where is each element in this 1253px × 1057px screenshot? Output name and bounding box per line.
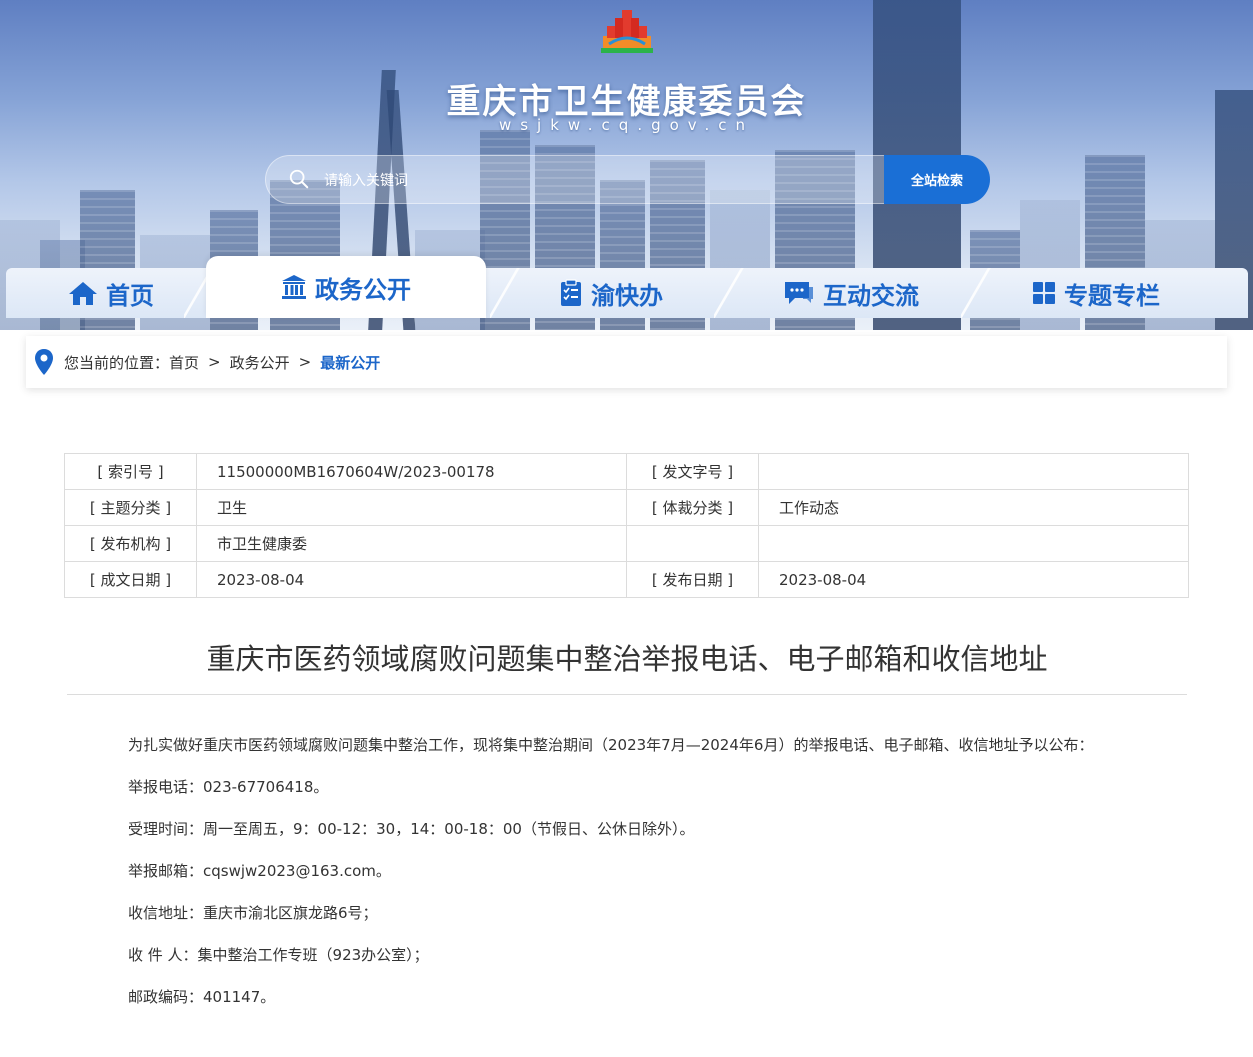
breadcrumb-separator: > <box>298 353 312 371</box>
meta-key: [ 体裁分类 ] <box>626 489 759 526</box>
meta-key: [ 索引号 ] <box>64 453 197 490</box>
meta-key: [ 主题分类 ] <box>64 489 197 526</box>
table-row: [ 主题分类 ] 卫生 [ 体裁分类 ] 工作动态 <box>64 489 1189 526</box>
nav-item-home[interactable]: 首页 <box>26 268 196 318</box>
search-bar: 全站检索 <box>265 155 990 204</box>
clipboard-check-icon <box>561 279 581 306</box>
table-row: [ 索引号 ] 11500000MB1670604W/2023-00178 [ … <box>64 453 1189 490</box>
meta-value <box>758 453 1189 490</box>
meta-value: 工作动态 <box>758 489 1189 526</box>
table-row: [ 成文日期 ] 2023-08-04 [ 发布日期 ] 2023-08-04 <box>64 561 1189 598</box>
breadcrumb-government-affairs[interactable]: 政务公开 <box>230 352 290 373</box>
main-nav: 首页 政务公开 渝快办 互动交流 专题专栏 <box>6 256 1248 318</box>
article-paragraph: 受理时间：周一至周五，9：00-12：30，14：00-18：00（节假日、公休… <box>128 820 695 838</box>
search-input[interactable] <box>322 168 886 194</box>
breadcrumb-separator: > <box>208 353 221 371</box>
breadcrumb-home[interactable]: 首页 <box>169 352 199 373</box>
nav-item-interaction[interactable]: 互动交流 <box>736 268 966 318</box>
nav-item-special-topics[interactable]: 专题专栏 <box>986 268 1206 318</box>
site-domain: wsjkw.cq.gov.cn <box>498 116 755 134</box>
article-title: 重庆市医药领域腐败问题集中整治举报电话、电子邮箱和收信地址 <box>206 642 1048 676</box>
nav-label: 渝快办 <box>591 281 663 310</box>
meta-key: [ 发布日期 ] <box>626 561 759 598</box>
nav-item-yukuaiban[interactable]: 渝快办 <box>511 268 711 318</box>
meta-key: [ 发布机构 ] <box>64 525 197 562</box>
meta-key: [ 发文字号 ] <box>626 453 759 490</box>
meta-value: 2023-08-04 <box>196 561 627 598</box>
meta-value: 卫生 <box>196 489 627 526</box>
government-building-icon <box>282 275 306 299</box>
article-paragraph: 举报邮箱：cqswjw2023@163.com。 <box>128 862 391 880</box>
nav-label: 互动交流 <box>823 281 919 310</box>
meta-value: 市卫生健康委 <box>196 525 627 562</box>
article-paragraph: 为扎实做好重庆市医药领域腐败问题集中整治工作，现将集中整治期间（2023年7月—… <box>128 736 1094 754</box>
meta-key <box>626 525 759 562</box>
meta-key: [ 成文日期 ] <box>64 561 197 598</box>
article-paragraph: 收信地址：重庆市渝北区旗龙路6号； <box>128 904 378 922</box>
home-icon <box>69 282 97 305</box>
breadcrumb-prefix: 您当前的位置： <box>64 353 170 372</box>
article-paragraph: 收 件 人：集中整治工作专班（923办公室）； <box>128 946 429 964</box>
table-row: [ 发布机构 ] 市卫生健康委 <box>64 525 1189 562</box>
nav-label: 政务公开 <box>315 275 411 304</box>
title-divider <box>67 694 1187 695</box>
search-box <box>265 155 895 204</box>
nav-label: 专题专栏 <box>1064 281 1160 310</box>
location-pin-icon <box>35 349 53 375</box>
breadcrumb-latest[interactable]: 最新公开 <box>320 352 380 373</box>
search-icon <box>289 169 309 189</box>
chat-bubbles-icon <box>785 282 813 304</box>
nav-label: 首页 <box>106 281 154 310</box>
meta-value: 11500000MB1670604W/2023-00178 <box>196 453 627 490</box>
site-search-button[interactable]: 全站检索 <box>884 155 990 204</box>
nav-item-government-affairs[interactable]: 政务公开 <box>206 256 486 318</box>
document-meta-table: [ 索引号 ] 11500000MB1670604W/2023-00178 [ … <box>64 453 1189 598</box>
logo-icon <box>601 10 653 53</box>
grid-tiles-icon <box>1033 282 1055 304</box>
meta-value <box>758 525 1189 562</box>
article-body: 为扎实做好重庆市医药领域腐败问题集中整治工作，现将集中整治期间（2023年7月—… <box>128 733 1188 1027</box>
article-paragraph: 举报电话：023-67706418。 <box>128 778 329 796</box>
article-paragraph: 邮政编码：401147。 <box>128 988 276 1006</box>
meta-value: 2023-08-04 <box>758 561 1189 598</box>
breadcrumb: 您当前的位置： 首页 > 政务公开 > 最新公开 <box>26 336 1227 388</box>
